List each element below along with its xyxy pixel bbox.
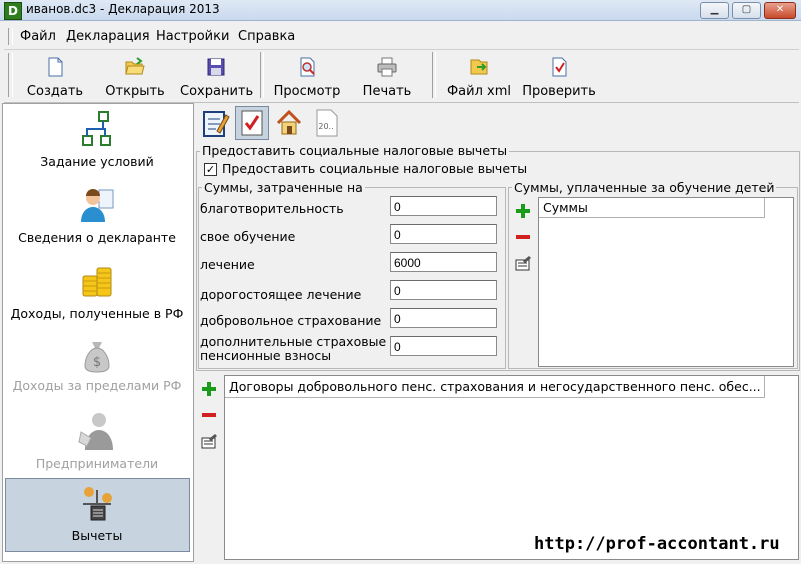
tab-standard-deductions[interactable] <box>198 106 232 140</box>
own-education-input[interactable]: 0 <box>390 224 497 244</box>
field-label-pension-line2: пенсионные взносы <box>200 348 332 363</box>
menu-file[interactable]: Файл <box>20 29 56 44</box>
print-label: Печать <box>362 84 412 99</box>
close-button[interactable]: ✕ <box>764 2 796 19</box>
svg-text:$: $ <box>93 355 101 370</box>
money-bag-icon: $ <box>84 342 110 373</box>
open-label: Открыть <box>105 84 165 99</box>
edit-child-sum-icon[interactable] <box>514 255 532 271</box>
tab-property-deductions[interactable] <box>272 106 306 140</box>
contracts-column-header[interactable]: Договоры добровольного пенс. страхования… <box>225 376 765 398</box>
watermark-url: http://prof-accontant.ru <box>534 534 780 554</box>
toolbar-separator-2 <box>432 52 436 98</box>
xml-file-label: Файл xml <box>446 84 512 99</box>
field-label-expensive-treatment: дорогостоящее лечение <box>200 287 362 302</box>
toolbar-grip <box>8 53 13 97</box>
field-label-pension-line1: дополнительные страховые <box>200 334 387 349</box>
preview-button[interactable]: Просмотр <box>272 54 342 99</box>
sidebar-label-income-abroad: Доходы за пределами РФ <box>12 378 182 393</box>
menu-declaration[interactable]: Декларация <box>66 29 150 44</box>
sidebar-label-deductions: Вычеты <box>71 528 123 543</box>
children-education-title: Суммы, уплаченные за обучение детей <box>512 180 777 195</box>
app-icon: D <box>4 2 22 20</box>
field-label-own-education: свое обучение <box>200 229 296 244</box>
checked-document-icon <box>241 110 263 136</box>
social-checkbox-label: Предоставить социальные налоговые вычеты <box>222 161 528 176</box>
sidebar-item-declarant[interactable]: Сведения о декларанте <box>4 186 190 245</box>
folder-open-icon <box>125 57 145 75</box>
menu-grip <box>8 28 13 45</box>
contracts-grid[interactable]: Договоры добровольного пенс. страхования… <box>224 375 799 560</box>
sidebar-item-conditions[interactable]: Задание условий <box>4 110 190 169</box>
check-button[interactable]: Проверить <box>522 54 596 99</box>
social-deductions-checkbox[interactable]: ✓ <box>204 163 217 176</box>
xml-export-icon <box>470 59 488 75</box>
document-20-icon: 20.. <box>316 109 338 137</box>
person-icon <box>81 189 114 222</box>
field-label-charity: благотворительность <box>200 201 344 216</box>
edit-contract-icon[interactable] <box>200 433 218 449</box>
window-title: иванов.dc3 - Декларация 2013 <box>26 2 220 16</box>
minimize-button[interactable]: ▁ <box>700 2 729 19</box>
menu-help[interactable]: Справка <box>238 29 295 44</box>
sidebar-label-entrepreneurs: Предприниматели <box>35 456 159 471</box>
field-label-voluntary-insurance: добровольное страхование <box>200 313 382 328</box>
tab-social-deductions[interactable] <box>235 106 269 140</box>
coins-icon <box>82 267 112 297</box>
check-label: Проверить <box>522 84 596 99</box>
add-contract-icon[interactable] <box>200 381 218 397</box>
sidebar-label-conditions: Задание условий <box>40 154 154 169</box>
preview-icon <box>300 57 315 77</box>
tab-securities-text: 20.. <box>318 122 333 131</box>
save-button[interactable]: Сохранить <box>180 54 254 99</box>
menu-settings[interactable]: Настройки <box>156 29 229 44</box>
sidebar-item-income-rf[interactable]: Доходы, полученные в РФ <box>4 262 190 321</box>
remove-child-sum-icon[interactable] <box>514 229 532 245</box>
treatment-input[interactable]: 6000 <box>390 252 497 272</box>
printer-icon <box>377 57 397 77</box>
scales-calculator-icon <box>83 487 112 521</box>
create-button[interactable]: Создать <box>22 54 88 99</box>
preview-label: Просмотр <box>273 84 341 99</box>
tab-securities[interactable]: 20.. <box>310 106 344 140</box>
notepad-pen-icon <box>203 111 230 137</box>
house-icon <box>276 109 302 135</box>
children-sums-grid[interactable]: Суммы <box>538 197 794 367</box>
social-group-title: Предоставить социальные налоговые вычеты <box>200 143 510 158</box>
check-document-icon <box>552 57 567 77</box>
flowchart-icon <box>82 111 111 146</box>
children-sums-column-header[interactable]: Суммы <box>539 198 765 218</box>
toolbar-separator <box>260 52 264 98</box>
new-document-icon <box>48 57 63 77</box>
expensive-treatment-input[interactable]: 0 <box>390 280 497 300</box>
print-button[interactable]: Печать <box>358 54 416 99</box>
voluntary-insurance-input[interactable]: 0 <box>390 308 497 328</box>
xml-file-button[interactable]: Файл xml <box>446 54 512 99</box>
sidebar-item-income-abroad[interactable]: $ Доходы за пределами РФ <box>4 336 190 393</box>
remove-contract-icon[interactable] <box>200 407 218 423</box>
sidebar-item-entrepreneurs[interactable]: Предприниматели <box>4 410 190 471</box>
sidebar-label-declarant: Сведения о декларанте <box>18 230 176 245</box>
pension-contributions-input[interactable]: 0 <box>390 336 497 356</box>
create-label: Создать <box>26 84 84 99</box>
save-label: Сохранить <box>180 84 254 99</box>
add-child-sum-icon[interactable] <box>514 203 532 219</box>
floppy-disk-icon <box>207 58 225 76</box>
open-button[interactable]: Открыть <box>102 54 168 99</box>
businessman-icon <box>78 413 113 450</box>
sidebar-label-income-rf: Доходы, полученные в РФ <box>10 306 184 321</box>
maximize-button[interactable]: ▢ <box>732 2 761 19</box>
sidebar-item-deductions[interactable]: Вычеты <box>4 484 190 543</box>
charity-input[interactable]: 0 <box>390 196 497 216</box>
spent-on-title: Суммы, затраченные на <box>202 180 365 195</box>
field-label-treatment: лечение <box>200 257 255 272</box>
